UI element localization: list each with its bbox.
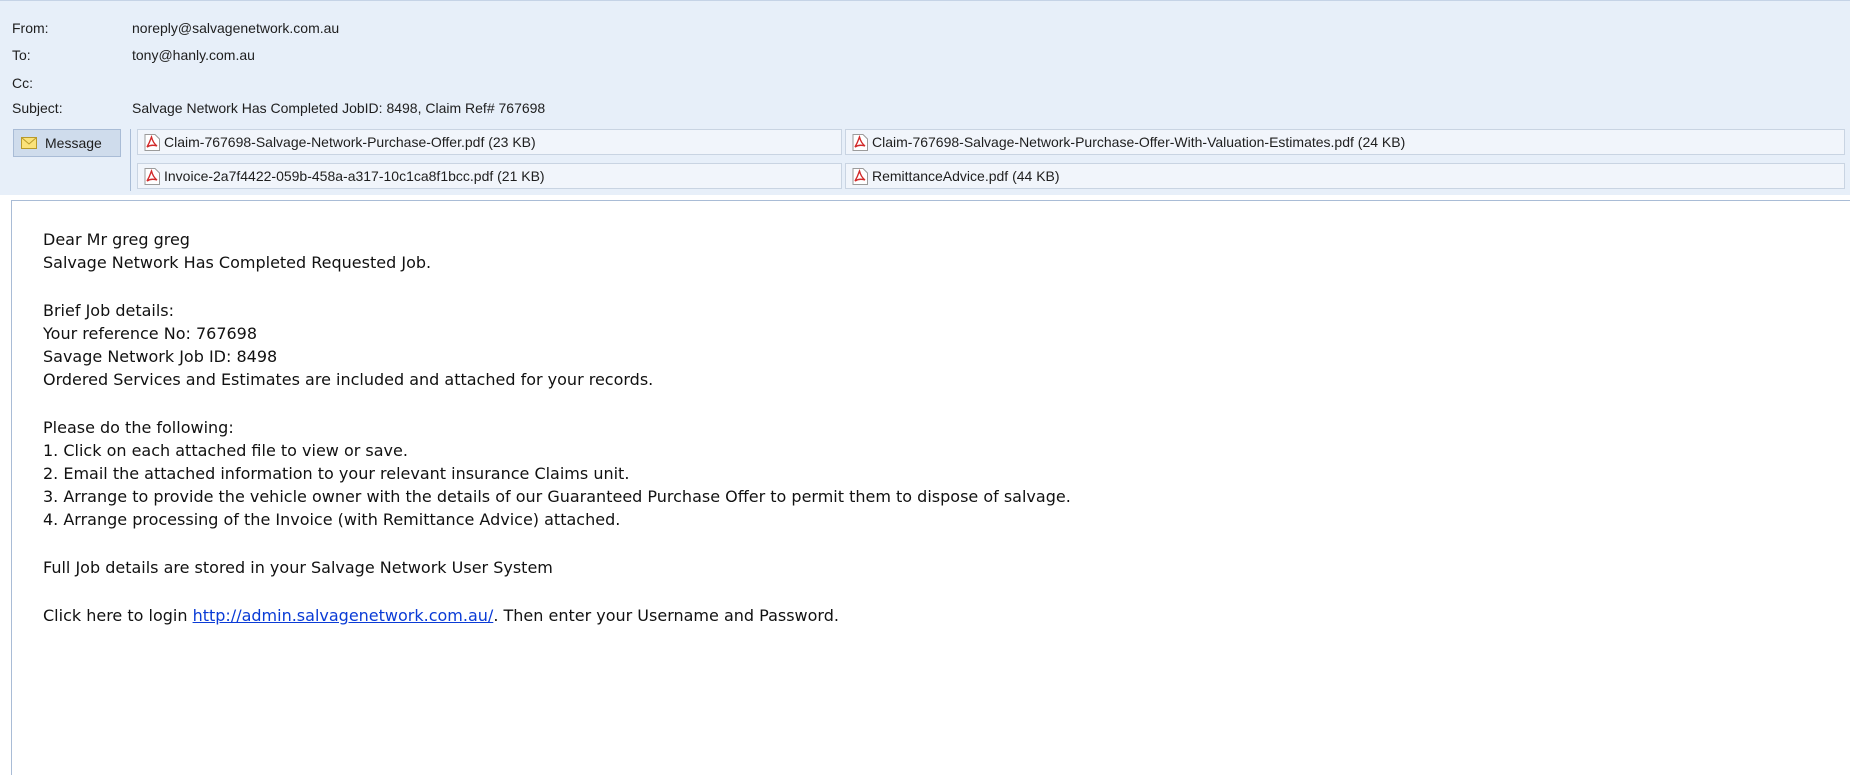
from-label: From: [12, 20, 49, 36]
attachment-name: Invoice-2a7f4422-059b-458a-a317-10c1ca8f… [164, 168, 545, 184]
attachment-purchase-offer-valuation[interactable]: Claim-767698-Salvage-Network-Purchase-Of… [845, 129, 1845, 155]
admin-login-link[interactable]: http://admin.salvagenetwork.com.au/ [193, 606, 494, 625]
message-tab[interactable]: Message [13, 129, 121, 157]
please-heading: Please do the following: [43, 418, 234, 437]
step-4-text: 4. Arrange processing of the Invoice (wi… [43, 510, 621, 529]
from-value: noreply@salvagenetwork.com.au [132, 20, 340, 36]
subject-label: Subject: [12, 100, 63, 116]
stored-text: Full Job details are stored in your Salv… [43, 558, 553, 577]
attachment-name: Claim-767698-Salvage-Network-Purchase-Of… [872, 134, 1406, 150]
subject-value: Salvage Network Has Completed JobID: 849… [132, 100, 546, 116]
pdf-icon [852, 134, 868, 151]
to-value: tony@hanly.com.au [132, 47, 255, 63]
message-body: Dear Mr greg greg Salvage Network Has Co… [11, 200, 1850, 775]
tab-divider [130, 129, 131, 191]
to-label: To: [12, 47, 31, 63]
step-3-text: 3. Arrange to provide the vehicle owner … [43, 487, 1071, 506]
envelope-icon [21, 137, 37, 149]
pdf-icon [144, 168, 160, 185]
attachment-purchase-offer[interactable]: Claim-767698-Salvage-Network-Purchase-Of… [137, 129, 842, 155]
attachment-invoice[interactable]: Invoice-2a7f4422-059b-458a-a317-10c1ca8f… [137, 163, 842, 189]
step-1-text: 1. Click on each attached file to view o… [43, 441, 408, 460]
login-suffix: . Then enter your Username and Password. [493, 606, 839, 625]
attachment-remittance-advice[interactable]: RemittanceAdvice.pdf (44 KB) [845, 163, 1845, 189]
email-header: From: noreply@salvagenetwork.com.au To: … [0, 0, 1850, 195]
reference-text: Your reference No: 767698 [43, 324, 258, 343]
greeting-text: Dear Mr greg greg [43, 230, 190, 249]
pdf-icon [852, 168, 868, 185]
job-id-text: Savage Network Job ID: 8498 [43, 347, 278, 366]
cc-label: Cc: [12, 75, 33, 91]
attachment-name: Claim-767698-Salvage-Network-Purchase-Of… [164, 134, 536, 150]
attachment-name: RemittanceAdvice.pdf (44 KB) [872, 168, 1060, 184]
login-prefix: Click here to login [43, 606, 193, 625]
intro-text: Salvage Network Has Completed Requested … [43, 253, 432, 272]
step-2-text: 2. Email the attached information to you… [43, 464, 630, 483]
brief-heading: Brief Job details: [43, 301, 175, 320]
ordered-text: Ordered Services and Estimates are inclu… [43, 370, 654, 389]
login-line: Click here to login http://admin.salvage… [43, 605, 839, 627]
pdf-icon [144, 134, 160, 151]
message-tab-label: Message [45, 135, 102, 151]
